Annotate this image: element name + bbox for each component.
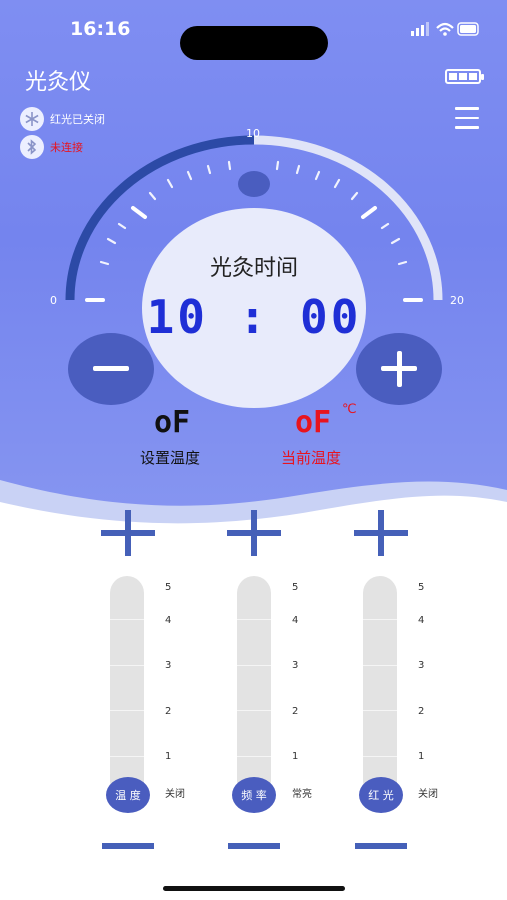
set-temperature-value: oF [154, 405, 191, 440]
app-title: 光灸仪 [25, 70, 92, 95]
minus-icon [93, 366, 129, 371]
frequency-level: 4 [292, 615, 299, 626]
temperature-increase-button[interactable] [101, 510, 155, 556]
temperature-level: 关闭 [165, 789, 185, 800]
red-light-level: 2 [418, 706, 425, 717]
temperature-slider-knob[interactable]: 温 度 [106, 777, 150, 813]
temperature-slider[interactable] [110, 576, 144, 798]
current-temperature-unit: ℃ [342, 402, 357, 417]
gauge-handle [238, 171, 270, 197]
status-bar: 16:16 [0, 14, 507, 60]
frequency-increase-button[interactable] [227, 510, 281, 556]
red-light-level: 3 [418, 660, 425, 671]
timer-value: 10 : 00 [146, 290, 362, 344]
frequency-level: 3 [292, 660, 299, 671]
red-light-level: 4 [418, 615, 425, 626]
device-battery-icon [445, 69, 484, 84]
dynamic-island [180, 26, 328, 60]
temperature-level: 3 [165, 660, 172, 671]
red-light-level: 1 [418, 751, 425, 762]
red-light-level: 关闭 [418, 789, 438, 800]
clock: 16:16 [70, 18, 131, 40]
frequency-slider-knob[interactable]: 频 率 [232, 777, 276, 813]
red-light-increase-button[interactable] [354, 510, 408, 556]
decrease-time-button[interactable] [68, 333, 154, 405]
frequency-level: 2 [292, 706, 299, 717]
temperature-level: 2 [165, 706, 172, 717]
increase-time-button[interactable] [356, 333, 442, 405]
frequency-level: 5 [292, 582, 299, 593]
current-temperature-value: oF [295, 405, 332, 440]
temperature-decrease-button[interactable] [102, 843, 154, 849]
red-light-level: 5 [418, 582, 425, 593]
frequency-decrease-button[interactable] [228, 843, 280, 849]
gauge-min-label: 0 [50, 294, 57, 307]
red-light-slider-knob[interactable]: 红 光 [359, 777, 403, 813]
set-temperature-label: 设置温度 [140, 449, 201, 467]
red-light-slider[interactable] [363, 576, 397, 798]
temperature-level: 5 [165, 582, 172, 593]
current-temperature-label: 当前温度 [281, 449, 342, 467]
timer-display: 光灸时间 10 : 00 [142, 208, 366, 408]
frequency-slider[interactable] [237, 576, 271, 798]
frequency-level: 1 [292, 751, 299, 762]
gauge-max-label: 20 [450, 294, 464, 307]
temperature-level: 1 [165, 751, 172, 762]
temperature-level: 4 [165, 615, 172, 626]
gauge-mid-label: 10 [246, 127, 260, 140]
red-light-decrease-button[interactable] [355, 843, 407, 849]
frequency-level: 常亮 [292, 789, 312, 800]
home-indicator[interactable] [163, 886, 345, 891]
timer-title: 光灸时间 [209, 256, 298, 281]
signal-wifi-battery-icon [411, 22, 479, 36]
